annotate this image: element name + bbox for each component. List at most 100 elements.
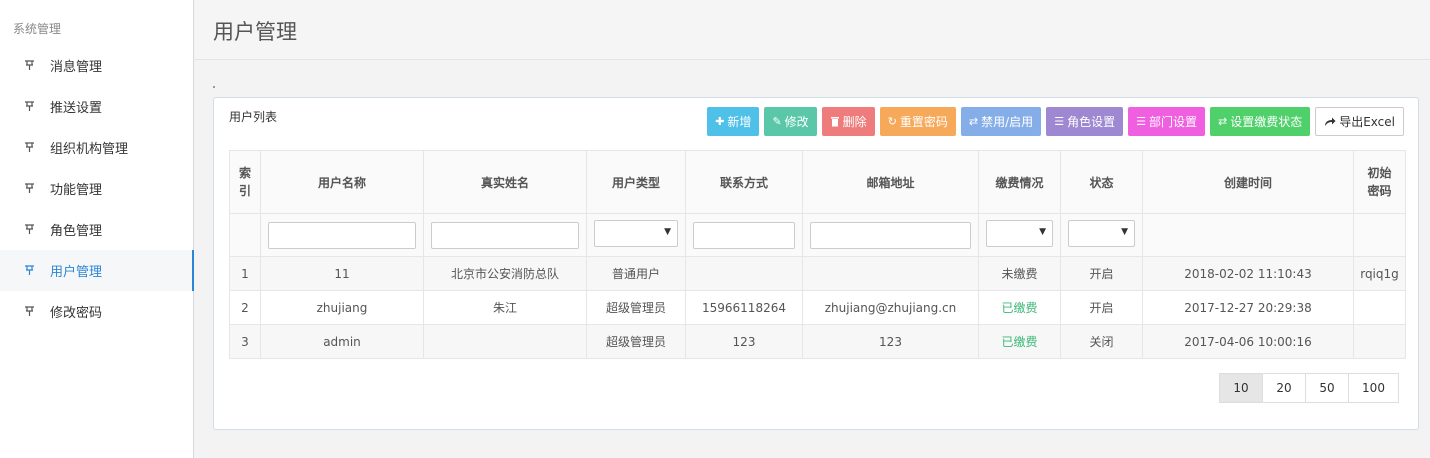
filter-fee-select[interactable] <box>986 220 1053 247</box>
pin-icon <box>22 182 36 196</box>
page-size-20[interactable]: 20 <box>1262 373 1306 403</box>
cell-initial-password <box>1353 290 1406 325</box>
page-size-100[interactable]: 100 <box>1348 373 1399 403</box>
filter-realname-input[interactable] <box>431 221 579 249</box>
fee-status-button[interactable]: ⇄ 设置缴费状态 <box>1209 107 1311 136</box>
add-button[interactable]: ✚ 新增 <box>707 107 760 136</box>
pin-icon <box>22 305 36 319</box>
cell-status: 开启 <box>1060 256 1143 291</box>
sidebar-item-change-password[interactable]: 修改密码 <box>0 291 193 332</box>
pin-icon <box>22 223 36 237</box>
sidebar-item-label: 消息管理 <box>50 60 103 75</box>
page-size-selector: 10 20 50 100 <box>1219 373 1399 403</box>
cell-index: 1 <box>229 256 261 291</box>
trash-icon <box>830 116 840 127</box>
sidebar-nav: 消息管理 推送设置 组织机构管理 功能管理 角色管理 用户管理 修改密码 <box>0 45 194 332</box>
sidebar-item-functions[interactable]: 功能管理 <box>0 168 193 209</box>
dept-settings-button[interactable]: ☰ 部门设置 <box>1128 107 1205 136</box>
pin-icon <box>22 264 36 278</box>
cell-status: 开启 <box>1060 290 1143 325</box>
share-icon <box>1324 117 1336 127</box>
table-row[interactable]: 2 zhujiang 朱江 超级管理员 15966118264 zhujiang… <box>229 290 1406 325</box>
role-settings-button[interactable]: ☰ 角色设置 <box>1046 107 1124 136</box>
filter-contact-input[interactable] <box>693 221 795 249</box>
edit-button[interactable]: ✎ 修改 <box>764 107 817 136</box>
refresh-icon: ↻ <box>887 115 897 128</box>
cell-fee: 已缴费 <box>978 324 1061 359</box>
sidebar-item-label: 功能管理 <box>50 183 103 198</box>
cell-created: 2018-02-02 11:10:43 <box>1142 256 1354 291</box>
cell-email: 123 <box>802 324 979 359</box>
user-list-panel: 用户列表 ✚ 新增 ✎ 修改 删除 ↻ 重置密码 ⇄ 禁用/启用 ☰ 角色设置 ☰ 部门设置… <box>213 97 1419 430</box>
pin-icon <box>22 141 36 155</box>
sidebar-item-org[interactable]: 组织机构管理 <box>0 127 193 168</box>
cell-realname: 北京市公安消防总队 <box>423 256 587 291</box>
cell-fee: 未缴费 <box>978 256 1061 291</box>
cell-index: 3 <box>229 324 261 359</box>
column-header-status[interactable]: 状态 <box>1060 150 1143 214</box>
sidebar-item-label: 组织机构管理 <box>50 142 129 157</box>
cell-usertype: 超级管理员 <box>586 324 686 359</box>
cell-status: 关闭 <box>1060 324 1143 359</box>
cell-contact <box>685 256 803 291</box>
export-excel-button[interactable]: 导出Excel <box>1315 107 1404 136</box>
toggle-enable-button[interactable]: ⇄ 禁用/启用 <box>960 107 1042 136</box>
cell-email <box>802 256 979 291</box>
table-row[interactable]: 1 11 北京市公安消防总队 普通用户 未缴费 开启 2018-02-02 11… <box>229 256 1406 291</box>
column-header-fee[interactable]: 缴费情况 <box>978 150 1061 214</box>
toolbar: ✚ 新增 ✎ 修改 删除 ↻ 重置密码 ⇄ 禁用/启用 ☰ 角色设置 ☰ 部门设置 ⇄ 设置缴… <box>707 107 1404 136</box>
sidebar-title: 系统管理 <box>13 22 62 36</box>
cell-contact: 15966118264 <box>685 290 803 325</box>
column-header-username[interactable]: 用户名称 <box>260 150 424 214</box>
sidebar-item-label: 用户管理 <box>50 265 103 280</box>
cell-username: zhujiang <box>260 290 424 325</box>
cell-usertype: 普通用户 <box>586 256 686 291</box>
column-header-index[interactable]: 索引 <box>229 150 261 214</box>
filter-username-input[interactable] <box>268 221 416 249</box>
pencil-icon: ✎ <box>772 115 782 128</box>
column-header-email[interactable]: 邮箱地址 <box>802 150 979 214</box>
page-size-50[interactable]: 50 <box>1305 373 1349 403</box>
cell-fee: 已缴费 <box>978 290 1061 325</box>
cell-realname: 朱江 <box>423 290 587 325</box>
exchange-icon: ⇄ <box>968 115 979 128</box>
column-header-contact[interactable]: 联系方式 <box>685 150 803 214</box>
filter-status-select[interactable] <box>1068 220 1135 247</box>
cell-created: 2017-04-06 10:00:16 <box>1142 324 1354 359</box>
sidebar-item-messages[interactable]: 消息管理 <box>0 45 193 86</box>
sliders-icon: ☰ <box>1136 115 1146 128</box>
sidebar-item-roles[interactable]: 角色管理 <box>0 209 193 250</box>
sidebar-item-push-settings[interactable]: 推送设置 <box>0 86 193 127</box>
page-size-10[interactable]: 10 <box>1219 373 1263 403</box>
cell-usertype: 超级管理员 <box>586 290 686 325</box>
column-header-created[interactable]: 创建时间 <box>1142 150 1354 214</box>
sidebar-item-label: 推送设置 <box>50 101 103 116</box>
cell-index: 2 <box>229 290 261 325</box>
column-header-realname[interactable]: 真实姓名 <box>423 150 587 214</box>
delete-button[interactable]: 删除 <box>821 107 875 136</box>
pin-icon <box>22 59 36 73</box>
filter-email-input[interactable] <box>810 221 971 249</box>
sidebar: 系统管理 消息管理 推送设置 组织机构管理 功能管理 角色管理 用户管理 修改密… <box>0 0 194 458</box>
filter-row <box>229 213 1406 257</box>
divider-dot <box>213 86 215 88</box>
cell-username: admin <box>260 324 424 359</box>
cell-initial-password: rqiq1g <box>1353 256 1406 291</box>
exchange-icon: ⇄ <box>1217 115 1228 128</box>
sliders-icon: ☰ <box>1054 115 1065 128</box>
sidebar-item-label: 修改密码 <box>50 306 103 321</box>
sidebar-item-users[interactable]: 用户管理 <box>0 250 194 291</box>
reset-password-button[interactable]: ↻ 重置密码 <box>879 107 956 136</box>
column-header-initial-password[interactable]: 初始 密码 <box>1353 150 1406 214</box>
filter-usertype-select[interactable] <box>594 220 678 247</box>
column-header-usertype[interactable]: 用户类型 <box>586 150 686 214</box>
cell-created: 2017-12-27 20:29:38 <box>1142 290 1354 325</box>
table-row[interactable]: 3 admin 超级管理员 123 123 已缴费 关闭 2017-04-06 … <box>229 324 1406 359</box>
cell-contact: 123 <box>685 324 803 359</box>
sidebar-item-label: 角色管理 <box>50 224 103 239</box>
page-header: 用户管理 <box>195 0 1430 60</box>
page-title: 用户管理 <box>213 20 297 44</box>
cell-email: zhujiang@zhujiang.cn <box>802 290 979 325</box>
pin-icon <box>22 100 36 114</box>
cell-initial-password <box>1353 324 1406 359</box>
